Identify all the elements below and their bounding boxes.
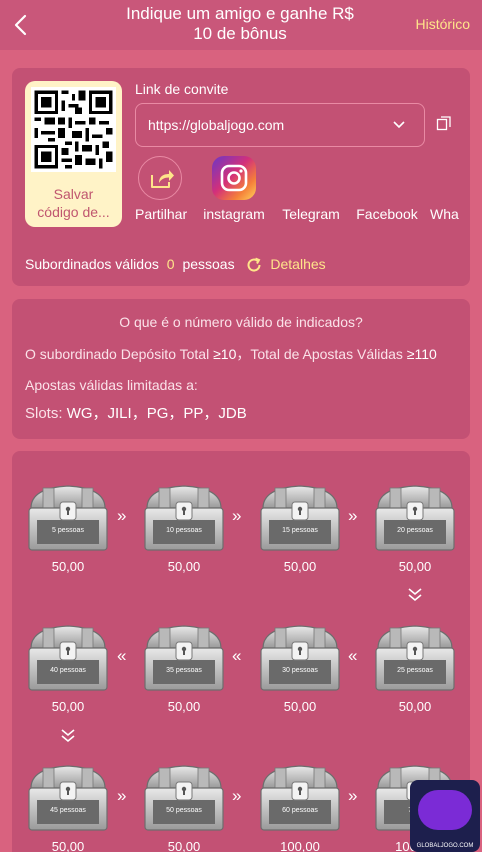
chest-people-label: 45 pessoas bbox=[50, 807, 86, 814]
share-icon bbox=[138, 156, 182, 200]
share-telegram[interactable]: Telegram bbox=[279, 156, 343, 222]
reward-amount: 50,00 bbox=[398, 559, 432, 574]
reward-amount: 50,00 bbox=[51, 839, 85, 852]
save-qr-label: Salvar código de... bbox=[37, 186, 110, 220]
qr-code-panel[interactable]: Salvar código de... bbox=[25, 81, 122, 227]
reward-chest[interactable]: 5 pessoas bbox=[25, 482, 111, 554]
telegram-icon bbox=[289, 156, 333, 200]
share-whatsapp[interactable]: Wha bbox=[430, 156, 470, 222]
rules-slots: Slots: WG，JILI，PG，PP，JDB bbox=[25, 405, 247, 422]
chest-people-label: 40 pessoas bbox=[50, 667, 86, 674]
double-chevron-right-icon: » bbox=[232, 786, 242, 805]
invite-link-label: Link de convite bbox=[135, 81, 229, 97]
facebook-icon bbox=[365, 156, 409, 200]
invite-link-value: https://globaljogo.com bbox=[148, 117, 285, 133]
double-chevron-right-icon: » bbox=[117, 786, 127, 805]
double-chevron-down-icon bbox=[60, 727, 76, 748]
qr-code-image bbox=[31, 87, 116, 172]
chest-people-label: 5 pessoas bbox=[52, 527, 84, 534]
chest-people-label: 25 pessoas bbox=[397, 667, 433, 674]
double-chevron-left-icon: « bbox=[232, 646, 242, 665]
double-chevron-right-icon: » bbox=[348, 506, 358, 525]
reward-amount: 50,00 bbox=[167, 839, 201, 852]
double-chevron-right-icon: » bbox=[117, 506, 127, 525]
reward-chest[interactable]: 45 pessoas bbox=[25, 762, 111, 834]
history-link[interactable]: Histórico bbox=[416, 16, 470, 32]
invite-card: Salvar código de... Link de convite http… bbox=[12, 68, 470, 286]
chest-people-label: 35 pessoas bbox=[166, 667, 202, 674]
reward-chest[interactable]: 35 pessoas bbox=[141, 622, 227, 694]
globaljogo-logo[interactable]: GLOBALJOGO.COM bbox=[410, 780, 480, 852]
invite-link-select[interactable]: https://globaljogo.com bbox=[135, 103, 425, 147]
reward-chest[interactable]: 60 pessoas bbox=[257, 762, 343, 834]
chest-people-label: 15 pessoas bbox=[282, 527, 318, 534]
refresh-icon[interactable] bbox=[245, 256, 263, 274]
rules-title: O que é o número válido de indicados? bbox=[119, 314, 363, 330]
reward-amount: 50,00 bbox=[167, 699, 201, 714]
reward-amount: 50,00 bbox=[283, 559, 317, 574]
reward-chest[interactable]: 20 pessoas bbox=[372, 482, 458, 554]
details-link[interactable]: Detalhes bbox=[270, 256, 325, 272]
chest-people-label: 10 pessoas bbox=[166, 527, 202, 534]
chest-people-label: 60 pessoas bbox=[282, 807, 318, 814]
chest-people-label: 30 pessoas bbox=[282, 667, 318, 674]
double-chevron-down-icon bbox=[407, 586, 423, 607]
reward-chest[interactable]: 25 pessoas bbox=[372, 622, 458, 694]
reward-chest[interactable]: 15 pessoas bbox=[257, 482, 343, 554]
page-title: Indique um amigo e ganhe R$ 10 de bônus bbox=[126, 4, 354, 43]
reward-amount: 50,00 bbox=[51, 559, 85, 574]
reward-amount: 50,00 bbox=[51, 699, 85, 714]
subordinates-count: 0 bbox=[166, 256, 175, 272]
reward-chest[interactable]: 40 pessoas bbox=[25, 622, 111, 694]
rules-limited: Apostas válidas limitadas a: bbox=[25, 377, 198, 393]
share-facebook[interactable]: Facebook bbox=[352, 156, 422, 222]
reward-chest[interactable]: 30 pessoas bbox=[257, 622, 343, 694]
back-icon[interactable] bbox=[10, 12, 32, 38]
reward-amount: 50,00 bbox=[398, 699, 432, 714]
instagram-icon bbox=[212, 156, 256, 200]
chest-people-label: 20 pessoas bbox=[397, 527, 433, 534]
copy-icon[interactable] bbox=[436, 115, 452, 131]
reward-chest[interactable]: 50 pessoas bbox=[141, 762, 227, 834]
reward-amount: 50,00 bbox=[283, 699, 317, 714]
reward-amount: 50,00 bbox=[167, 559, 201, 574]
share-instagram[interactable]: instagram bbox=[202, 156, 266, 222]
share-partilhar[interactable]: Partilhar bbox=[135, 156, 187, 222]
double-chevron-right-icon: » bbox=[348, 786, 358, 805]
double-chevron-left-icon: « bbox=[348, 646, 358, 665]
chevron-down-icon bbox=[393, 121, 405, 129]
header-bar: Indique um amigo e ganhe R$ 10 de bônus … bbox=[0, 0, 482, 50]
reward-chest[interactable]: 10 pessoas bbox=[141, 482, 227, 554]
rules-requirement: O subordinado Depósito Total ≥10，Total d… bbox=[25, 346, 437, 362]
subordinates-label: Subordinados válidos bbox=[25, 256, 159, 272]
chest-people-label: 50 pessoas bbox=[166, 807, 202, 814]
double-chevron-left-icon: « bbox=[117, 646, 127, 665]
whatsapp-icon bbox=[430, 156, 470, 200]
double-chevron-right-icon: » bbox=[232, 506, 242, 525]
reward-amount: 100,00 bbox=[280, 839, 320, 852]
subordinates-unit: pessoas bbox=[182, 256, 235, 272]
subordinates-row: Subordinados válidos 0 pessoas Detalhes bbox=[25, 256, 326, 274]
rules-card: O que é o número válido de indicados? O … bbox=[12, 299, 470, 439]
